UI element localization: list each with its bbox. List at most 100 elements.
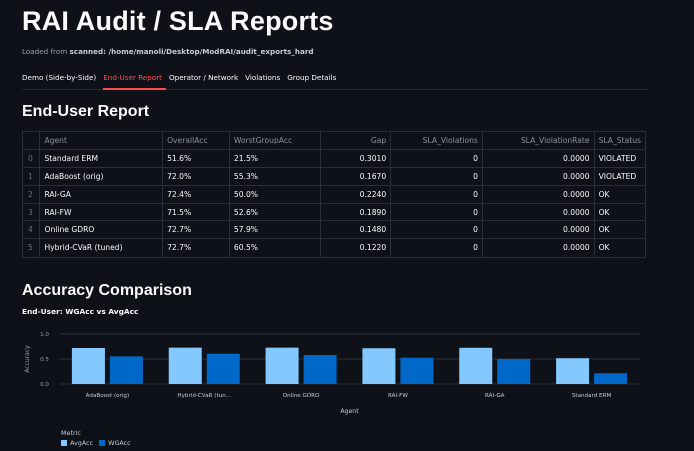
section-heading-end-user-report: End-User Report xyxy=(22,103,150,120)
cell-gap[interactable]: 0.1670 xyxy=(320,167,392,186)
row-index: 3 xyxy=(23,203,41,222)
x-tick-label: Hybrid-CVaR (tun... xyxy=(177,393,231,399)
y-tick-label: 0.0 xyxy=(40,382,49,388)
bar-avgacc[interactable] xyxy=(556,358,590,384)
x-axis-label: Agent xyxy=(340,408,359,415)
cell-sla-violations[interactable]: 0 xyxy=(390,149,483,169)
tab-group-details[interactable]: Group Details xyxy=(287,72,340,90)
legend-label-avgacc[interactable]: AvgAcc xyxy=(70,439,93,447)
bar-avgacc[interactable] xyxy=(71,348,105,384)
tab-violations[interactable]: Violations xyxy=(245,72,284,90)
cell-overallacc[interactable]: 72.0% xyxy=(162,167,230,186)
bar-wgacc[interactable] xyxy=(109,356,143,384)
table-row: 0 Standard ERM 51.6% 21.5% 0.3010 0 0.00… xyxy=(23,149,645,169)
page-title: RAI Audit / SLA Reports xyxy=(22,6,334,36)
cell-sla-violationrate[interactable]: 0.0000 xyxy=(482,185,595,204)
table-row: 3 RAI-FW 71.5% 52.6% 0.1890 0 0.0000 OK xyxy=(23,203,645,222)
legend-swatch-avgacc xyxy=(61,440,67,446)
column-header-gap[interactable]: Gap xyxy=(320,132,392,151)
cell-sla-violations[interactable]: 0 xyxy=(390,185,483,204)
row-index: 0 xyxy=(23,149,41,169)
cell-sla-status[interactable]: OK xyxy=(594,185,645,204)
column-header-agent[interactable]: Agent xyxy=(39,132,164,151)
loaded-path: scanned: /home/manoli/Desktop/ModRAI/aud… xyxy=(69,47,314,56)
tab-operator-network[interactable]: Operator / Network xyxy=(169,72,242,90)
cell-sla-violationrate[interactable]: 0.0000 xyxy=(482,149,595,169)
bar-avgacc[interactable] xyxy=(459,347,493,384)
bar-wgacc[interactable] xyxy=(497,359,531,384)
report-tabs: Demo (Side-by-Side) End-User Report Oper… xyxy=(22,72,648,90)
cell-gap[interactable]: 0.1890 xyxy=(320,203,392,222)
cell-gap[interactable]: 0.1480 xyxy=(320,220,392,240)
legend-label-wgacc[interactable]: WGAcc xyxy=(108,439,131,447)
cell-sla-violations[interactable]: 0 xyxy=(390,238,483,257)
cell-gap[interactable]: 0.2240 xyxy=(320,185,392,204)
table-row: 2 RAI-GA 72.4% 50.0% 0.2240 0 0.0000 OK xyxy=(23,185,645,204)
cell-worstgroupacc[interactable]: 50.0% xyxy=(229,185,321,204)
column-header-sla-violationrate[interactable]: SLA_ViolationRate xyxy=(482,132,595,151)
cell-agent[interactable]: RAI-FW xyxy=(39,203,164,222)
column-header-overallacc[interactable]: OverallAcc xyxy=(162,132,230,151)
bar-wgacc[interactable] xyxy=(206,353,240,384)
cell-agent[interactable]: Hybrid-CVaR (tuned) xyxy=(39,238,164,257)
table-row: 1 AdaBoost (orig) 72.0% 55.3% 0.1670 0 0… xyxy=(23,167,645,186)
cell-sla-status[interactable]: VIOLATED xyxy=(594,149,645,169)
cell-gap[interactable]: 0.1220 xyxy=(320,238,392,257)
cell-overallacc[interactable]: 71.5% xyxy=(162,203,230,222)
cell-sla-violationrate[interactable]: 0.0000 xyxy=(482,167,595,186)
cell-sla-violations[interactable]: 0 xyxy=(390,203,483,222)
cell-overallacc[interactable]: 51.6% xyxy=(162,149,230,169)
cell-worstgroupacc[interactable]: 57.9% xyxy=(229,220,321,240)
cell-agent[interactable]: Standard ERM xyxy=(39,149,164,169)
x-tick-label: Standard ERM xyxy=(572,393,612,399)
cell-sla-violations[interactable]: 0 xyxy=(390,167,483,186)
cell-worstgroupacc[interactable]: 21.5% xyxy=(229,149,321,169)
cell-sla-status[interactable]: OK xyxy=(594,239,645,257)
cell-worstgroupacc[interactable]: 52.6% xyxy=(229,203,321,222)
column-header-sla-violations[interactable]: SLA_Violations xyxy=(390,132,483,151)
cell-sla-violationrate[interactable]: 0.0000 xyxy=(482,203,595,222)
chart-title: End-User: WGAcc vs AvgAcc xyxy=(22,307,139,316)
accuracy-bar-chart[interactable]: 0.0 0.5 1.0 Accuracy AdaBoost (orig) Hybrid-C… xyxy=(0,325,694,425)
cell-overallacc[interactable]: 72.7% xyxy=(162,238,230,257)
row-index: 4 xyxy=(23,220,41,240)
cell-gap[interactable]: 0.3010 xyxy=(320,149,392,169)
tab-demo[interactable]: Demo (Side-by-Side) xyxy=(22,72,100,90)
cell-sla-violationrate[interactable]: 0.0000 xyxy=(482,238,595,257)
bar-avgacc[interactable] xyxy=(265,347,299,384)
cell-sla-violationrate[interactable]: 0.0000 xyxy=(482,220,595,240)
cell-sla-status[interactable]: VIOLATED xyxy=(594,167,645,186)
cell-sla-status[interactable]: OK xyxy=(594,220,645,240)
column-header-index[interactable] xyxy=(23,132,41,151)
bar-wgacc[interactable] xyxy=(303,355,337,384)
cell-agent[interactable]: Online GDRO xyxy=(39,220,164,240)
cell-overallacc[interactable]: 72.7% xyxy=(162,220,230,240)
section-heading-accuracy-comparison: Accuracy Comparison xyxy=(22,282,192,299)
loaded-from-text: Loaded from scanned: /home/manoli/Deskto… xyxy=(22,47,314,56)
x-tick-label: AdaBoost (orig) xyxy=(86,393,129,399)
y-tick-label: 1.0 xyxy=(40,332,49,338)
bar-wgacc[interactable] xyxy=(400,357,434,384)
bar-avgacc[interactable] xyxy=(168,347,202,384)
legend-swatch-wgacc xyxy=(99,440,106,446)
app-root: RAI Audit / SLA Reports Loaded from scan… xyxy=(0,0,694,451)
x-tick-label: RAI-GA xyxy=(485,393,505,399)
x-tick-label: Online GDRO xyxy=(283,393,320,399)
cell-worstgroupacc[interactable]: 55.3% xyxy=(229,167,321,186)
cell-sla-violations[interactable]: 0 xyxy=(390,220,483,240)
column-header-sla-status[interactable]: SLA_Status xyxy=(594,132,645,151)
cell-sla-status[interactable]: OK xyxy=(594,203,645,222)
report-table[interactable]: Agent OverallAcc WorstGroupAcc Gap SLA_V… xyxy=(22,131,646,258)
cell-agent[interactable]: AdaBoost (orig) xyxy=(39,167,164,186)
bar-avgacc[interactable] xyxy=(362,348,396,384)
row-index: 2 xyxy=(23,185,41,204)
row-index: 5 xyxy=(23,238,41,257)
cell-overallacc[interactable]: 72.4% xyxy=(162,185,230,204)
bar-wgacc[interactable] xyxy=(594,373,628,384)
tab-end-user-report[interactable]: End-User Report xyxy=(103,72,166,90)
cell-worstgroupacc[interactable]: 60.5% xyxy=(229,238,321,257)
y-tick-label: 0.5 xyxy=(40,357,49,363)
column-header-worstgroupacc[interactable]: WorstGroupAcc xyxy=(229,132,321,151)
chart-legend: AvgAcc WGAcc xyxy=(61,439,131,447)
cell-agent[interactable]: RAI-GA xyxy=(39,185,164,204)
